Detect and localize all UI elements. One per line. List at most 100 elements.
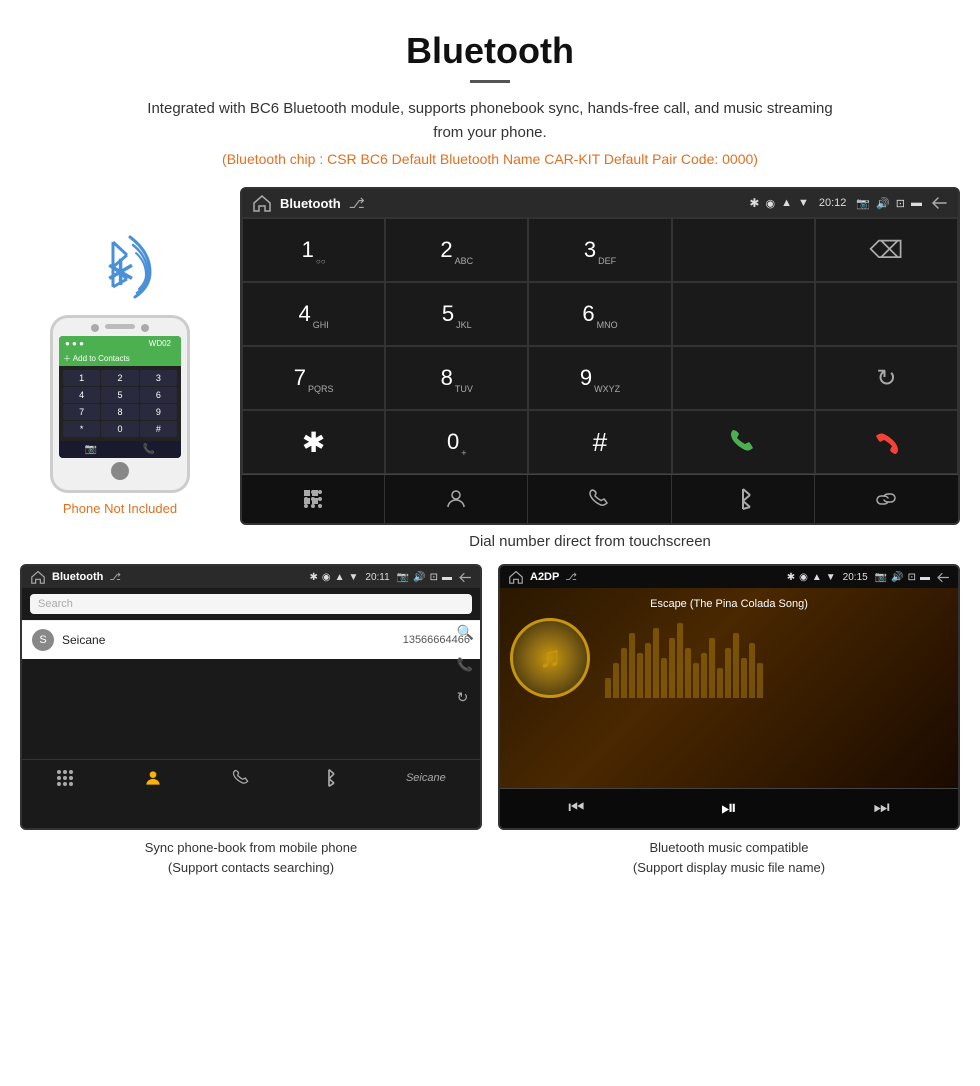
- phone-screen-top: ● ● ● WD02: [59, 336, 181, 351]
- music-album-area: ♫: [510, 618, 948, 698]
- key-empty-4: [672, 346, 815, 410]
- key-3[interactable]: 3DEF: [528, 218, 671, 282]
- location-icon: ◉: [765, 197, 775, 210]
- tech-specs: (Bluetooth chip : CSR BC6 Default Blueto…: [20, 151, 960, 167]
- key-0[interactable]: 0+: [385, 410, 528, 474]
- home-icon[interactable]: [252, 194, 272, 212]
- music-usb-icon: ⎇: [565, 572, 577, 583]
- phone-home-button[interactable]: [111, 462, 129, 480]
- pb-home-icon: [30, 570, 46, 584]
- key-hash[interactable]: #: [528, 410, 671, 474]
- key-2[interactable]: 2ABC: [385, 218, 528, 282]
- pip-icon: ▬: [911, 197, 922, 209]
- back-icon[interactable]: [928, 195, 948, 211]
- link-bottom-icon: [874, 487, 898, 511]
- key-1[interactable]: 1 ○○: [242, 218, 385, 282]
- pb-signal-icon: ▲: [335, 572, 345, 583]
- bluetooth-signal-area: ∗: [75, 217, 165, 307]
- key-refresh[interactable]: ↻: [815, 346, 958, 410]
- dial-caption: Dial number direct from touchscreen: [200, 525, 980, 564]
- grid-icon[interactable]: [242, 475, 385, 523]
- phone-not-included-label: Phone Not Included: [63, 501, 177, 516]
- pb-search-input[interactable]: Search: [30, 594, 472, 614]
- phonebook-caption-text: Sync phone-book from mobile phone(Suppor…: [145, 840, 357, 875]
- music-home-icon: [508, 570, 524, 584]
- music-status-right: ✱ ◉ ▲ ▼ 20:15 📷 🔊 ⊡ ▬: [787, 571, 950, 584]
- song-title: Escape (The Pina Colada Song): [650, 598, 808, 610]
- music-screen: A2DP ⎇ ✱ ◉ ▲ ▼ 20:15 📷 🔊 ⊡ ▬: [498, 564, 960, 830]
- pb-apps-btn[interactable]: [56, 768, 74, 788]
- key-9[interactable]: 9WXYZ: [528, 346, 671, 410]
- camera-icon: 📷: [856, 197, 870, 210]
- pb-empty-area: [22, 659, 480, 759]
- key-5[interactable]: 5JKL: [385, 282, 528, 346]
- phonebook-caption: Sync phone-book from mobile phone(Suppor…: [20, 830, 482, 877]
- phonebook-item: Bluetooth ⎇ ✱ ◉ ▲ ▼ 20:11 📷 🔊 ⊡ ▬: [20, 564, 482, 877]
- pb-cam-icon: 📷: [397, 572, 409, 583]
- key-star[interactable]: ✱: [242, 410, 385, 474]
- pb-usb-icon: ⎇: [109, 572, 121, 583]
- music-bt-icon: ✱: [787, 572, 795, 583]
- pb-person-btn[interactable]: [143, 768, 163, 788]
- phone-bottom-bar: 📷 📞: [59, 441, 181, 458]
- key-call-green[interactable]: [672, 410, 815, 474]
- next-track-btn[interactable]: ⏭: [874, 797, 890, 820]
- pb-status-right: ✱ ◉ ▲ ▼ 20:11 📷 🔊 ⊡ ▬: [309, 571, 472, 584]
- music-caption: Bluetooth music compatible(Support displ…: [498, 830, 960, 877]
- screen-icon: ⊡: [896, 197, 905, 210]
- pb-person-icon: [143, 768, 163, 788]
- music-content: Escape (The Pina Colada Song) ♫: [500, 588, 958, 788]
- key-7[interactable]: 7PQRS: [242, 346, 385, 410]
- key-6[interactable]: 6MNO: [528, 282, 671, 346]
- pb-search-placeholder: Search: [38, 598, 73, 610]
- page-title: Bluetooth: [20, 30, 960, 72]
- pb-search-icon[interactable]: 🔍: [457, 624, 474, 641]
- pb-bottom-bar: Seicane: [22, 759, 480, 796]
- pb-bluetooth-btn[interactable]: [320, 768, 338, 788]
- bluetooth-status-icon: ✱: [749, 196, 759, 210]
- phone-icon[interactable]: [528, 475, 671, 523]
- music-vol-icon: 🔊: [891, 572, 903, 583]
- key-8[interactable]: 8TUV: [385, 346, 528, 410]
- music-time: 20:15: [843, 572, 868, 583]
- svg-text:∗: ∗: [103, 247, 138, 294]
- music-wifi-icon: ▼: [826, 572, 836, 583]
- pb-seicane-btn[interactable]: Seicane: [406, 768, 446, 788]
- bottom-section: Bluetooth ⎇ ✱ ◉ ▲ ▼ 20:11 📷 🔊 ⊡ ▬: [0, 564, 980, 877]
- person-icon: [444, 487, 468, 511]
- pb-bt-icon: ✱: [309, 572, 317, 583]
- pb-time: 20:11: [365, 572, 389, 583]
- music-scrn-icon: ⊡: [908, 572, 916, 583]
- key-4[interactable]: 4GHI: [242, 282, 385, 346]
- phone-bottom-icon: [587, 487, 611, 511]
- pb-search-row: Search: [22, 588, 480, 620]
- music-signal-icon: ▲: [812, 572, 822, 583]
- pb-refresh-icon[interactable]: ↻: [457, 689, 474, 706]
- add-contacts-bar: ＋ Add to Contacts: [59, 351, 181, 366]
- key-call-red[interactable]: [815, 410, 958, 474]
- key-backspace[interactable]: ⌫: [815, 218, 958, 282]
- contact-avatar: S: [32, 629, 54, 651]
- bluetooth-bottom-icon[interactable]: [672, 475, 815, 523]
- phone-keypad: 123 456 789 *0#: [59, 366, 181, 441]
- pb-loc-icon: ◉: [322, 572, 331, 583]
- bluetooth-icon: [732, 487, 754, 511]
- play-pause-btn[interactable]: ⏯: [721, 797, 737, 820]
- pb-content-area: Search S Seicane 13566664466 🔍 📞: [22, 588, 480, 759]
- music-note-icon: ♫: [539, 641, 562, 675]
- pb-app-name: Bluetooth: [52, 571, 103, 583]
- dial-status-bar: Bluetooth ⎇ ✱ ◉ ▲ ▼ 20:12 📷 🔊 ⊡ ▬: [242, 189, 958, 217]
- wifi-icon: ▼: [798, 197, 809, 209]
- prev-track-btn[interactable]: ⏮: [568, 797, 584, 820]
- contact-name: Seicane: [62, 633, 403, 647]
- pb-apps-icon: [56, 769, 74, 787]
- pb-back-icon[interactable]: [456, 571, 472, 584]
- pb-contact-row[interactable]: S Seicane 13566664466: [22, 620, 480, 659]
- link-icon[interactable]: [815, 475, 958, 523]
- phone-mockup: ● ● ● WD02 ＋ Add to Contacts 123 456 789…: [50, 315, 190, 493]
- music-caption-text: Bluetooth music compatible(Support displ…: [633, 840, 825, 875]
- pb-phone-btn[interactable]: [231, 768, 251, 788]
- pb-call-icon[interactable]: 📞: [457, 657, 474, 673]
- music-back-icon[interactable]: [934, 571, 950, 584]
- contacts-icon[interactable]: [385, 475, 528, 523]
